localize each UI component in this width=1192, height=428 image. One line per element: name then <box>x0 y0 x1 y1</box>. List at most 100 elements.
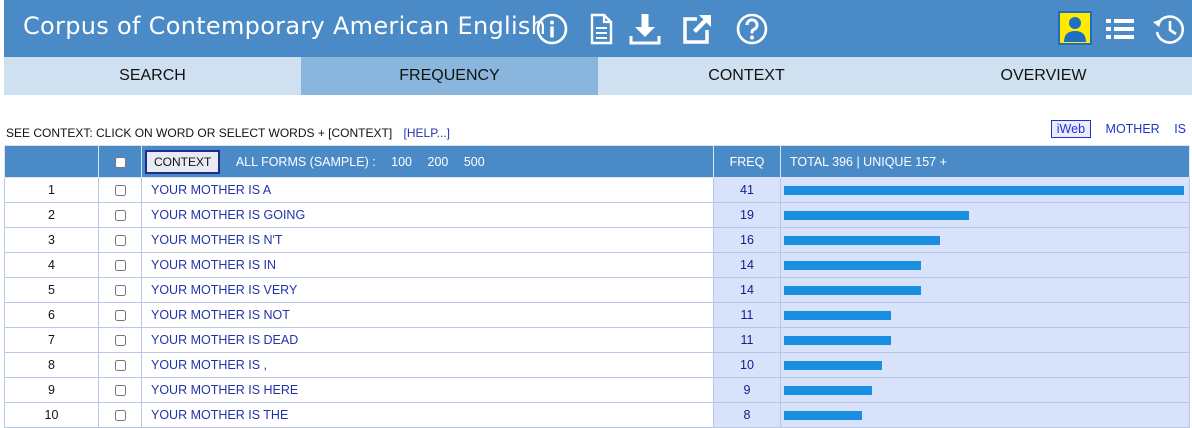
row-phrase-link[interactable]: YOUR MOTHER IS HERE <box>141 377 714 403</box>
row-select-cell <box>98 327 142 353</box>
table-row: 1 YOUR MOTHER IS A 41 <box>4 177 1190 203</box>
tab-context[interactable]: CONTEXT <box>598 57 895 95</box>
row-phrase-link[interactable]: YOUR MOTHER IS A <box>141 177 714 203</box>
row-bar-cell <box>780 202 1190 228</box>
iweb-link[interactable]: iWeb <box>1050 120 1092 138</box>
row-checkbox[interactable] <box>114 410 126 422</box>
row-phrase-link[interactable]: YOUR MOTHER IS N'T <box>141 227 714 253</box>
row-phrase-link[interactable]: YOUR MOTHER IS IN <box>141 252 714 278</box>
row-checkbox[interactable] <box>114 210 126 222</box>
row-checkbox[interactable] <box>114 285 126 297</box>
frequency-bar <box>784 360 882 370</box>
download-icon[interactable] <box>628 12 662 46</box>
row-bar-cell <box>780 302 1190 328</box>
row-rank: 9 <box>4 377 99 403</box>
row-phrase-link[interactable]: YOUR MOTHER IS DEAD <box>141 327 714 353</box>
frequency-bar <box>784 235 941 245</box>
row-bar-cell <box>780 352 1190 378</box>
row-frequency: 11 <box>713 302 781 328</box>
list-icon[interactable] <box>1103 12 1137 46</box>
row-rank: 6 <box>4 302 99 328</box>
all-forms-label: ALL FORMS (SAMPLE) : <box>235 154 376 169</box>
sample-500-link[interactable]: 500 <box>464 155 485 169</box>
row-bar-cell <box>780 377 1190 403</box>
word-link-is[interactable]: IS <box>1174 122 1186 136</box>
row-select-cell <box>98 252 142 278</box>
external-link-icon[interactable] <box>680 12 714 46</box>
table-row: 5 YOUR MOTHER IS VERY 14 <box>4 277 1190 303</box>
tab-frequency[interactable]: FREQUENCY <box>301 57 598 95</box>
tab-search[interactable]: SEARCH <box>4 57 301 95</box>
row-checkbox[interactable] <box>114 310 126 322</box>
main-tabs: SEARCH FREQUENCY CONTEXT OVERVIEW <box>4 57 1192 95</box>
row-phrase-link[interactable]: YOUR MOTHER IS THE <box>141 402 714 428</box>
row-checkbox[interactable] <box>114 260 126 272</box>
context-button[interactable]: CONTEXT <box>145 149 221 174</box>
row-phrase-link[interactable]: YOUR MOTHER IS VERY <box>141 277 714 303</box>
row-phrase-link[interactable]: YOUR MOTHER IS , <box>141 352 714 378</box>
sample-100-link[interactable]: 100 <box>391 155 412 169</box>
row-bar-cell <box>780 277 1190 303</box>
help-link[interactable]: [HELP...] <box>404 126 450 140</box>
row-select-cell <box>98 202 142 228</box>
frequency-bar <box>784 185 1184 195</box>
row-select-cell <box>98 227 142 253</box>
user-icon[interactable] <box>1058 11 1092 45</box>
row-bar-cell <box>780 402 1190 428</box>
row-select-cell <box>98 277 142 303</box>
help-icon[interactable] <box>735 12 769 46</box>
table-row: 2 YOUR MOTHER IS GOING 19 <box>4 202 1190 228</box>
frequency-table: CONTEXT ALL FORMS (SAMPLE) : 100 200 500… <box>4 145 1190 428</box>
row-checkbox[interactable] <box>114 360 126 372</box>
row-rank: 3 <box>4 227 99 253</box>
row-frequency: 19 <box>713 202 781 228</box>
row-bar-cell <box>780 227 1190 253</box>
row-checkbox[interactable] <box>114 385 126 397</box>
frequency-bar <box>784 410 863 420</box>
row-checkbox[interactable] <box>114 335 126 347</box>
row-checkbox[interactable] <box>114 235 126 247</box>
row-frequency: 10 <box>713 352 781 378</box>
select-all-cell <box>98 145 142 178</box>
row-phrase-link[interactable]: YOUR MOTHER IS GOING <box>141 202 714 228</box>
row-checkbox[interactable] <box>114 185 126 197</box>
table-row: 10 YOUR MOTHER IS THE 8 <box>4 402 1190 428</box>
row-frequency: 14 <box>713 252 781 278</box>
context-instructions: SEE CONTEXT: CLICK ON WORD OR SELECT WOR… <box>6 126 450 140</box>
row-frequency: 8 <box>713 402 781 428</box>
row-select-cell <box>98 177 142 203</box>
total-header: TOTAL 396 | UNIQUE 157 + <box>780 145 1190 178</box>
row-select-cell <box>98 352 142 378</box>
row-frequency: 11 <box>713 327 781 353</box>
row-frequency: 16 <box>713 227 781 253</box>
frequency-bar <box>784 285 921 295</box>
info-icon[interactable] <box>535 12 569 46</box>
row-bar-cell <box>780 177 1190 203</box>
row-frequency: 9 <box>713 377 781 403</box>
word-link-mother[interactable]: MOTHER <box>1106 122 1160 136</box>
frequency-bar <box>784 260 921 270</box>
table-row: 8 YOUR MOTHER IS , 10 <box>4 352 1190 378</box>
row-phrase-link[interactable]: YOUR MOTHER IS NOT <box>141 302 714 328</box>
row-bar-cell <box>780 252 1190 278</box>
table-row: 9 YOUR MOTHER IS HERE 9 <box>4 377 1190 403</box>
history-icon[interactable] <box>1152 12 1186 46</box>
app-header: Corpus of Contemporary American English <box>4 0 1192 57</box>
select-all-checkbox[interactable] <box>114 156 126 168</box>
rank-header <box>4 145 99 178</box>
table-row: 4 YOUR MOTHER IS IN 14 <box>4 252 1190 278</box>
row-bar-cell <box>780 327 1190 353</box>
instructions-text: SEE CONTEXT: CLICK ON WORD OR SELECT WOR… <box>6 126 393 140</box>
row-rank: 7 <box>4 327 99 353</box>
app-title: Corpus of Contemporary American English <box>23 12 547 40</box>
row-select-cell <box>98 402 142 428</box>
tab-overview[interactable]: OVERVIEW <box>895 57 1192 95</box>
row-frequency: 41 <box>713 177 781 203</box>
row-rank: 8 <box>4 352 99 378</box>
document-icon[interactable] <box>584 12 618 46</box>
table-row: 6 YOUR MOTHER IS NOT 11 <box>4 302 1190 328</box>
row-rank: 4 <box>4 252 99 278</box>
sample-200-link[interactable]: 200 <box>428 155 449 169</box>
row-rank: 5 <box>4 277 99 303</box>
table-row: 7 YOUR MOTHER IS DEAD 11 <box>4 327 1190 353</box>
